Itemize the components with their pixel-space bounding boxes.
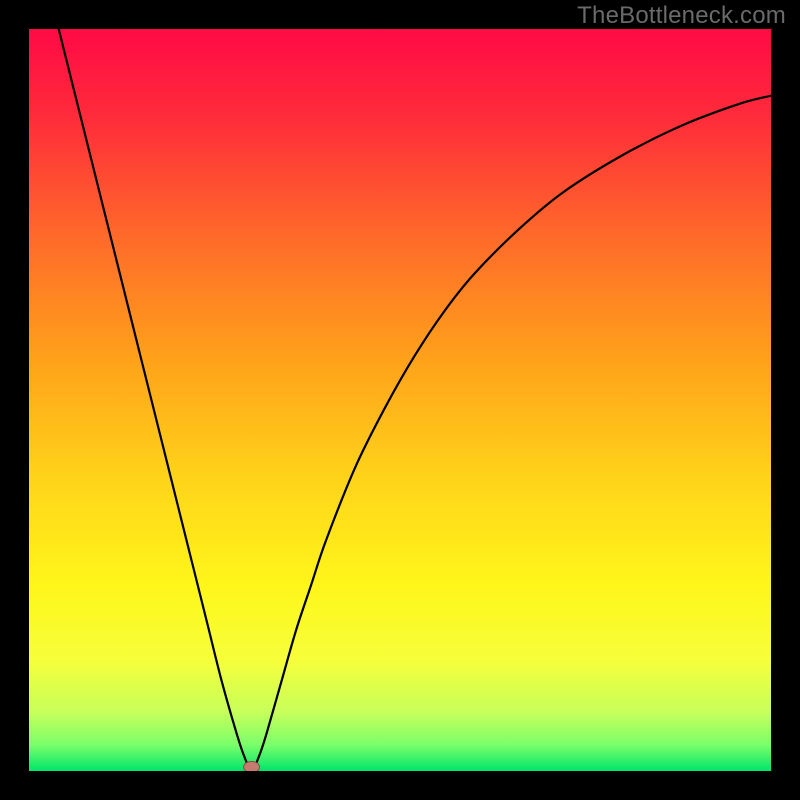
watermark-text: TheBottleneck.com	[577, 2, 786, 30]
optimal-point-marker	[244, 762, 260, 772]
gradient-background	[29, 29, 771, 771]
chart-svg	[29, 29, 771, 771]
chart-frame: TheBottleneck.com	[0, 0, 800, 800]
plot-area	[29, 29, 771, 771]
